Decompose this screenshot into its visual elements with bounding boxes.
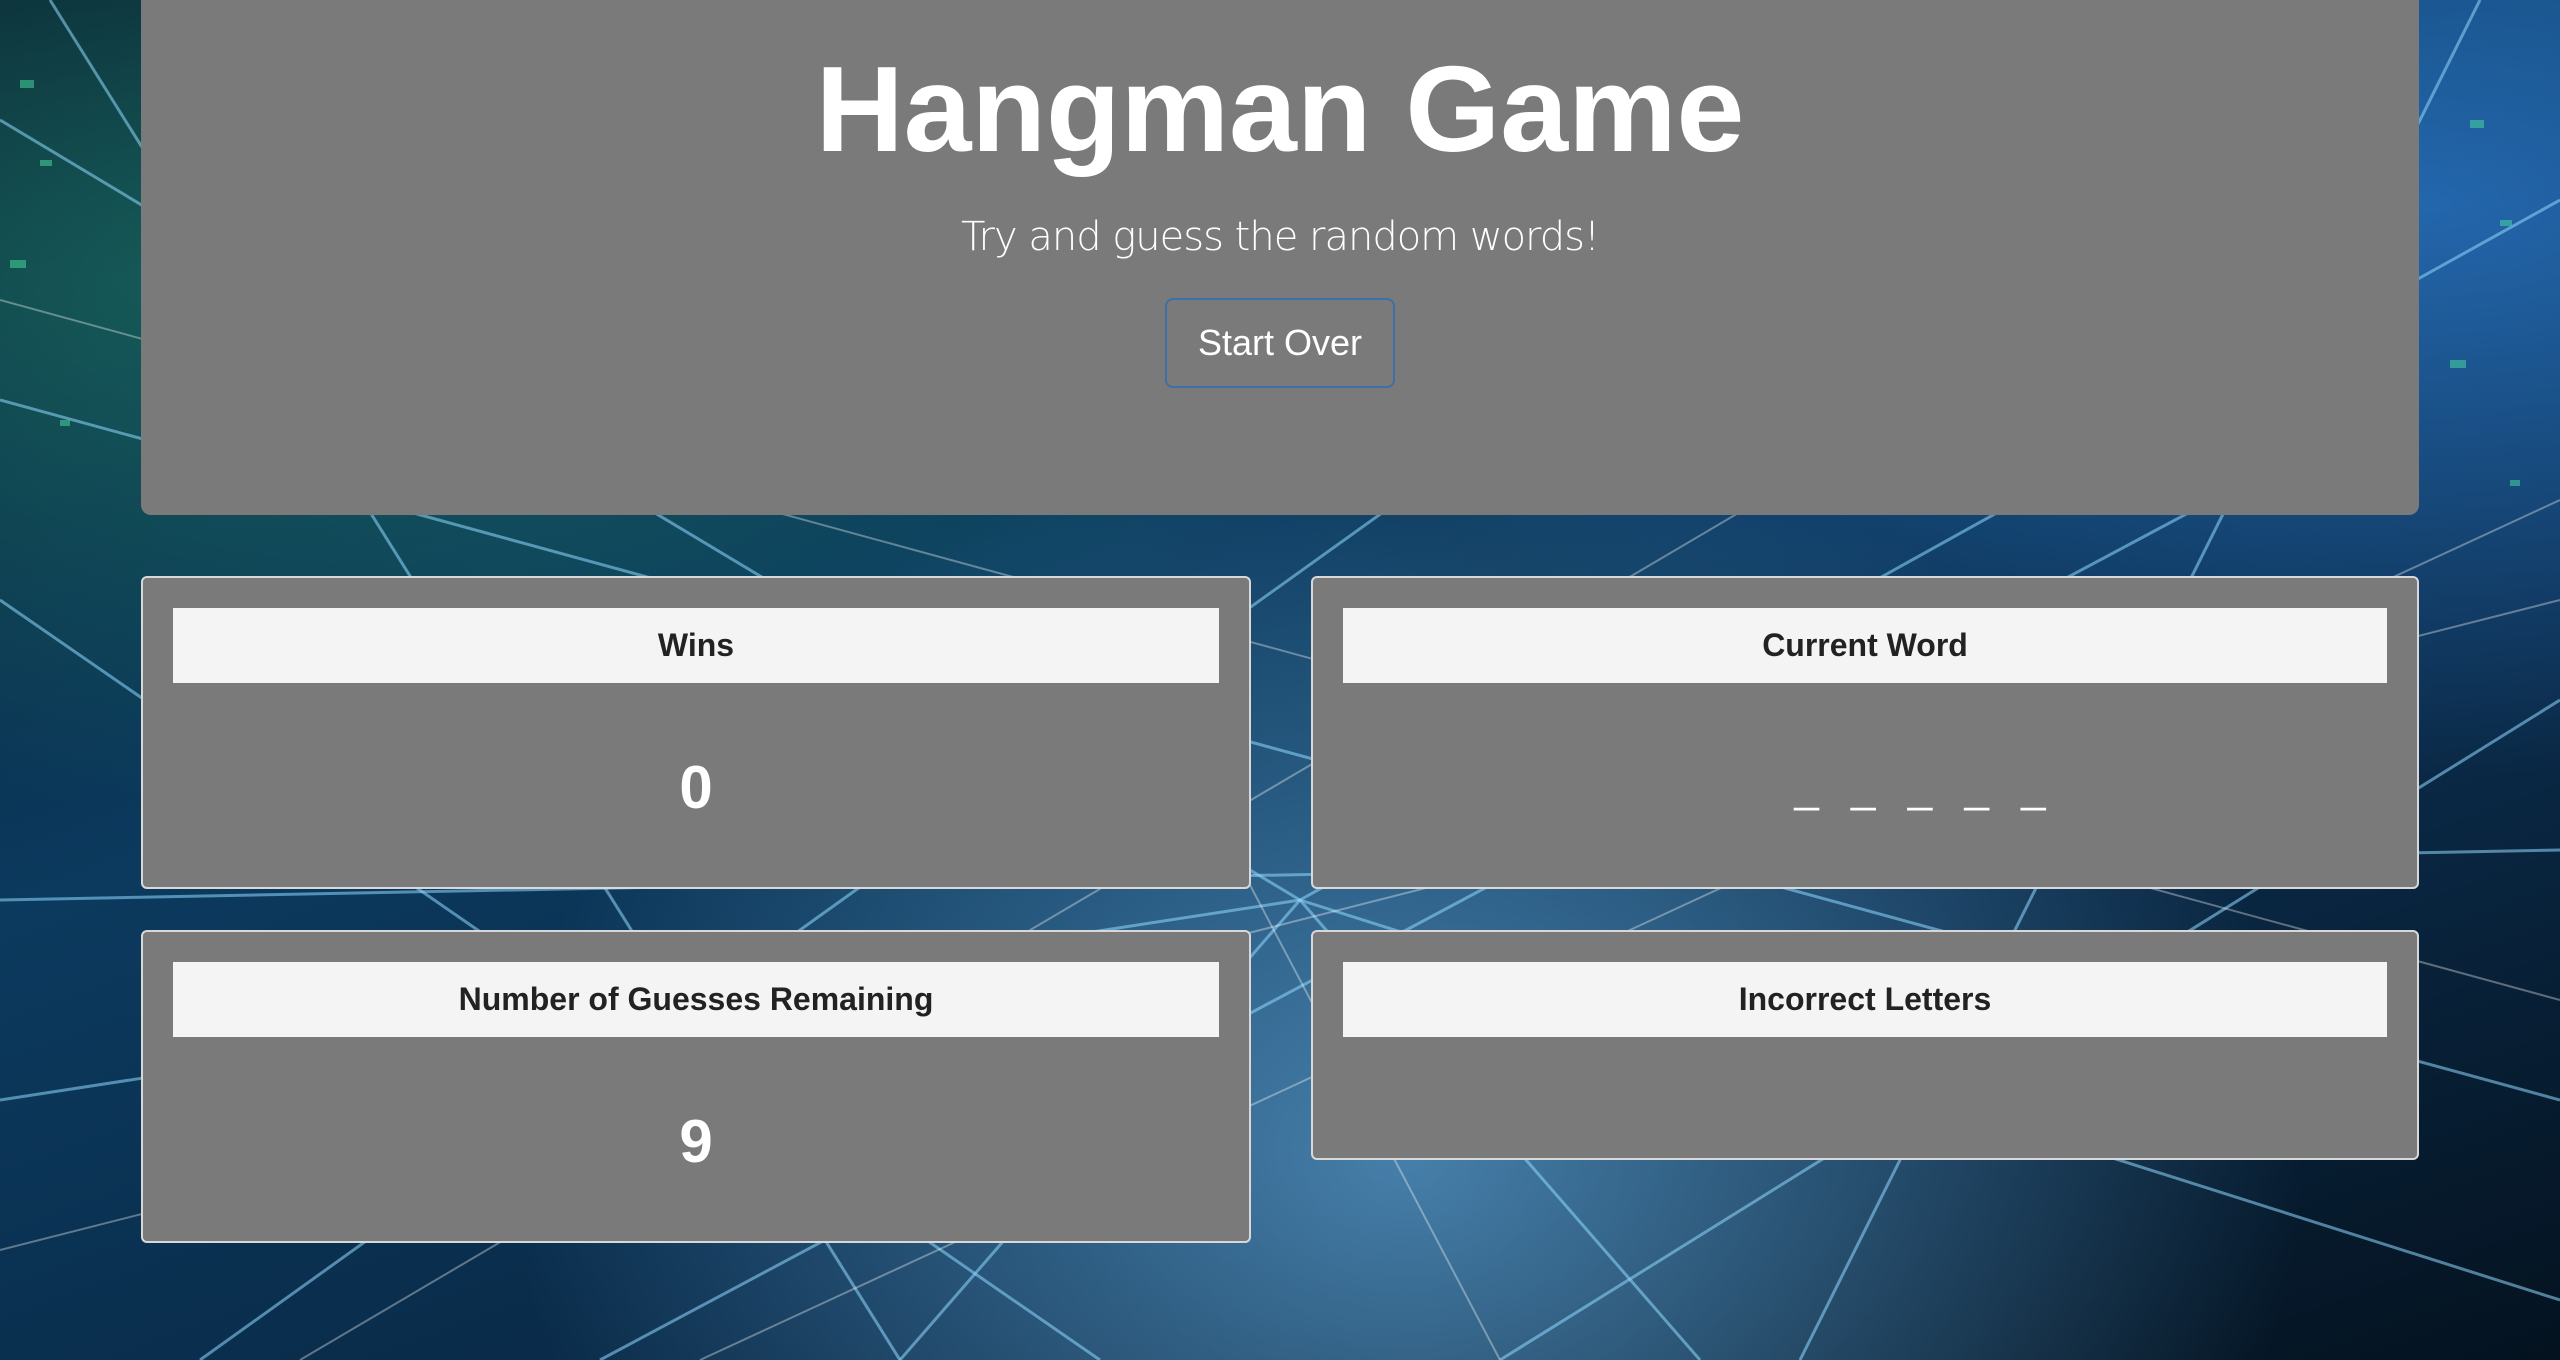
incorrect-letters-heading: Incorrect Letters bbox=[1343, 962, 2387, 1037]
page-subtitle: Try and guess the random words! bbox=[960, 214, 1600, 260]
guesses-remaining-value: 9 bbox=[679, 1108, 713, 1175]
start-over-button[interactable]: Start Over bbox=[1165, 298, 1395, 388]
wins-value: 0 bbox=[679, 754, 713, 821]
guesses-remaining-panel: Number of Guesses Remaining 9 bbox=[141, 930, 1251, 1243]
wins-heading: Wins bbox=[173, 608, 1219, 683]
guesses-remaining-heading: Number of Guesses Remaining bbox=[173, 962, 1219, 1037]
incorrect-letters-panel: Incorrect Letters bbox=[1311, 930, 2419, 1160]
header-jumbotron: Hangman Game Try and guess the random wo… bbox=[141, 0, 2419, 515]
wins-panel: Wins 0 bbox=[141, 576, 1251, 889]
current-word-value: _ _ _ _ _ bbox=[1794, 763, 2056, 812]
page-title: Hangman Game bbox=[815, 41, 1745, 177]
current-word-heading: Current Word bbox=[1343, 608, 2387, 683]
current-word-panel: Current Word _ _ _ _ _ bbox=[1311, 576, 2419, 889]
